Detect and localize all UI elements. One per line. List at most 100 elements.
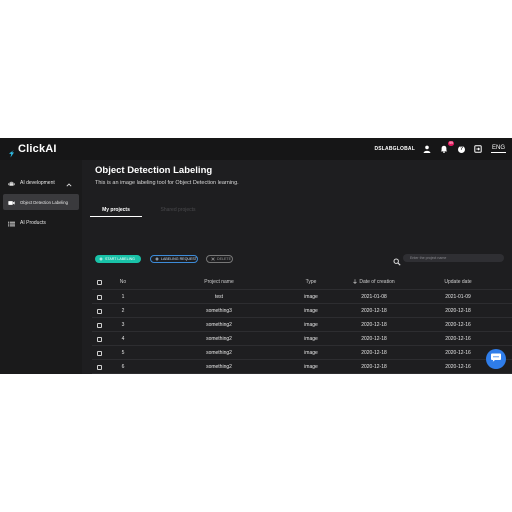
column-header-date-of-creation[interactable]: Date of creation bbox=[345, 275, 403, 289]
search-icon[interactable] bbox=[393, 253, 401, 266]
row-date-of-creation: 2021-01-08 bbox=[361, 294, 387, 300]
plus-icon bbox=[99, 256, 103, 262]
main-content: Object Detection Labeling This is an ima… bbox=[82, 160, 512, 374]
project-search-input[interactable] bbox=[403, 254, 504, 262]
row-checkbox-cell[interactable] bbox=[94, 318, 104, 332]
row-checkbox-cell[interactable] bbox=[94, 346, 104, 360]
row-checkbox[interactable] bbox=[96, 350, 102, 356]
chat-button[interactable] bbox=[486, 349, 506, 369]
table-row[interactable]: 5 something2 image 2020-12-18 2020-12-16 bbox=[92, 345, 512, 360]
delete-button[interactable]: DELETE bbox=[206, 255, 233, 263]
row-no: 4 bbox=[121, 336, 125, 342]
help-icon[interactable]: ? bbox=[457, 145, 466, 154]
sidebar-item-object-detection-labeling[interactable]: Object Detection Labeling bbox=[3, 194, 79, 210]
close-icon bbox=[211, 256, 215, 262]
brand-logo[interactable]: ClickAI bbox=[8, 143, 57, 158]
plus-icon bbox=[155, 256, 159, 262]
select-all-cell[interactable] bbox=[94, 275, 104, 289]
row-no: 6 bbox=[121, 364, 125, 370]
column-header-label: Date of creation bbox=[359, 279, 395, 285]
row-checkbox-cell[interactable] bbox=[94, 304, 104, 318]
row-checkbox[interactable] bbox=[96, 364, 102, 370]
row-checkbox[interactable] bbox=[96, 322, 102, 328]
row-project-name: something2 bbox=[206, 350, 232, 356]
column-header-update-date[interactable]: Update date bbox=[428, 275, 488, 289]
row-no: 2 bbox=[121, 308, 125, 314]
list-icon bbox=[8, 214, 15, 232]
row-checkbox[interactable] bbox=[96, 336, 102, 342]
row-no: 3 bbox=[121, 322, 125, 328]
row-update-date: 2020-12-16 bbox=[445, 350, 471, 356]
row-no: 5 bbox=[121, 350, 125, 356]
notification-badge: 99 bbox=[448, 140, 454, 146]
table-row[interactable]: 6 something2 image 2020-12-18 2020-12-16 bbox=[92, 359, 512, 374]
chevron-up-icon bbox=[66, 174, 72, 192]
video-icon bbox=[8, 193, 15, 211]
tab-shared-projects[interactable]: Shared projects bbox=[148, 203, 208, 216]
tab-my-projects[interactable]: My projects bbox=[90, 203, 142, 217]
android-icon bbox=[8, 174, 15, 192]
row-project-name: something2 bbox=[206, 322, 232, 328]
row-no: 1 bbox=[121, 294, 125, 300]
start-labeling-label: START LABELING bbox=[105, 257, 135, 261]
table-row[interactable]: 2 something3 image 2020-12-18 2020-12-18 bbox=[92, 303, 512, 318]
sidebar-item-ai-products[interactable]: AI Products bbox=[3, 215, 79, 231]
brand-name: ClickAI bbox=[18, 143, 57, 155]
row-checkbox-cell[interactable] bbox=[94, 290, 104, 304]
row-checkbox[interactable] bbox=[96, 308, 102, 314]
row-type: image bbox=[304, 336, 318, 342]
table-row[interactable]: 1 test image 2021-01-08 2021-01-09 bbox=[92, 289, 512, 304]
labeling-request-label: LABELING REQUEST bbox=[161, 257, 197, 261]
clickai-logo-icon bbox=[8, 145, 15, 158]
row-update-date: 2020-12-16 bbox=[445, 322, 471, 328]
column-header-project-name[interactable]: Project name bbox=[149, 275, 289, 289]
labeling-request-button[interactable]: LABELING REQUEST bbox=[150, 255, 198, 263]
language-selector[interactable]: ENG bbox=[490, 145, 506, 153]
row-date-of-creation: 2020-12-18 bbox=[361, 336, 387, 342]
row-update-date: 2020-12-16 bbox=[445, 364, 471, 370]
row-checkbox[interactable] bbox=[96, 294, 102, 300]
row-update-date: 2020-12-18 bbox=[445, 308, 471, 314]
organization-name: DSLABGLOBAL bbox=[374, 146, 415, 152]
start-labeling-button[interactable]: START LABELING bbox=[95, 255, 141, 263]
row-type: image bbox=[304, 350, 318, 356]
row-type: image bbox=[304, 364, 318, 370]
table-row[interactable]: 3 something2 image 2020-12-18 2020-12-16 bbox=[92, 317, 512, 332]
row-checkbox-cell[interactable] bbox=[94, 360, 104, 374]
row-project-name: test bbox=[214, 294, 224, 300]
sidebar-item-ai-development[interactable]: AI development bbox=[3, 175, 79, 191]
row-checkbox-cell[interactable] bbox=[94, 332, 104, 346]
sidebar-item-label: AI development bbox=[20, 180, 55, 186]
logout-icon[interactable] bbox=[474, 145, 483, 154]
select-all-checkbox[interactable] bbox=[96, 279, 102, 285]
row-project-name: something2 bbox=[206, 336, 232, 342]
app-window: ClickAI DSLABGLOBAL 99 ? ENG AI developm… bbox=[0, 138, 512, 374]
row-project-name: something2 bbox=[206, 364, 232, 370]
page-subtitle: This is an image labeling tool for Objec… bbox=[95, 180, 239, 186]
table-header: No Project name Type Date of creation Up… bbox=[92, 275, 512, 289]
row-update-date: 2021-01-09 bbox=[445, 294, 471, 300]
delete-label: DELETE bbox=[217, 257, 231, 261]
row-date-of-creation: 2020-12-18 bbox=[361, 364, 387, 370]
row-date-of-creation: 2020-12-18 bbox=[361, 322, 387, 328]
table-row[interactable]: 7 something image 2020-12-15 2020-12-15 bbox=[92, 373, 512, 374]
sidebar-item-label: AI Products bbox=[20, 220, 46, 226]
row-project-name: something3 bbox=[206, 308, 232, 314]
help-glyph: ? bbox=[457, 145, 465, 153]
row-type: image bbox=[304, 308, 318, 314]
page-title: Object Detection Labeling bbox=[95, 165, 213, 176]
column-header-type[interactable]: Type bbox=[296, 275, 326, 289]
sort-arrow-down-icon bbox=[353, 278, 358, 286]
notification-bell-icon[interactable]: 99 bbox=[440, 140, 454, 154]
row-date-of-creation: 2020-12-18 bbox=[361, 308, 387, 314]
top-bar: ClickAI DSLABGLOBAL 99 ? ENG bbox=[0, 138, 512, 160]
column-header-no[interactable]: No bbox=[113, 275, 133, 289]
top-bar-actions: DSLABGLOBAL 99 ? ENG bbox=[374, 140, 506, 156]
row-update-date: 2020-12-16 bbox=[445, 336, 471, 342]
table-row[interactable]: 4 something2 image 2020-12-18 2020-12-16 bbox=[92, 331, 512, 346]
sidebar: AI development Object Detection Labeling bbox=[0, 160, 82, 374]
user-icon[interactable] bbox=[423, 145, 432, 154]
row-date-of-creation: 2020-12-18 bbox=[361, 350, 387, 356]
row-type: image bbox=[304, 322, 318, 328]
chat-bubble-icon bbox=[490, 350, 502, 368]
